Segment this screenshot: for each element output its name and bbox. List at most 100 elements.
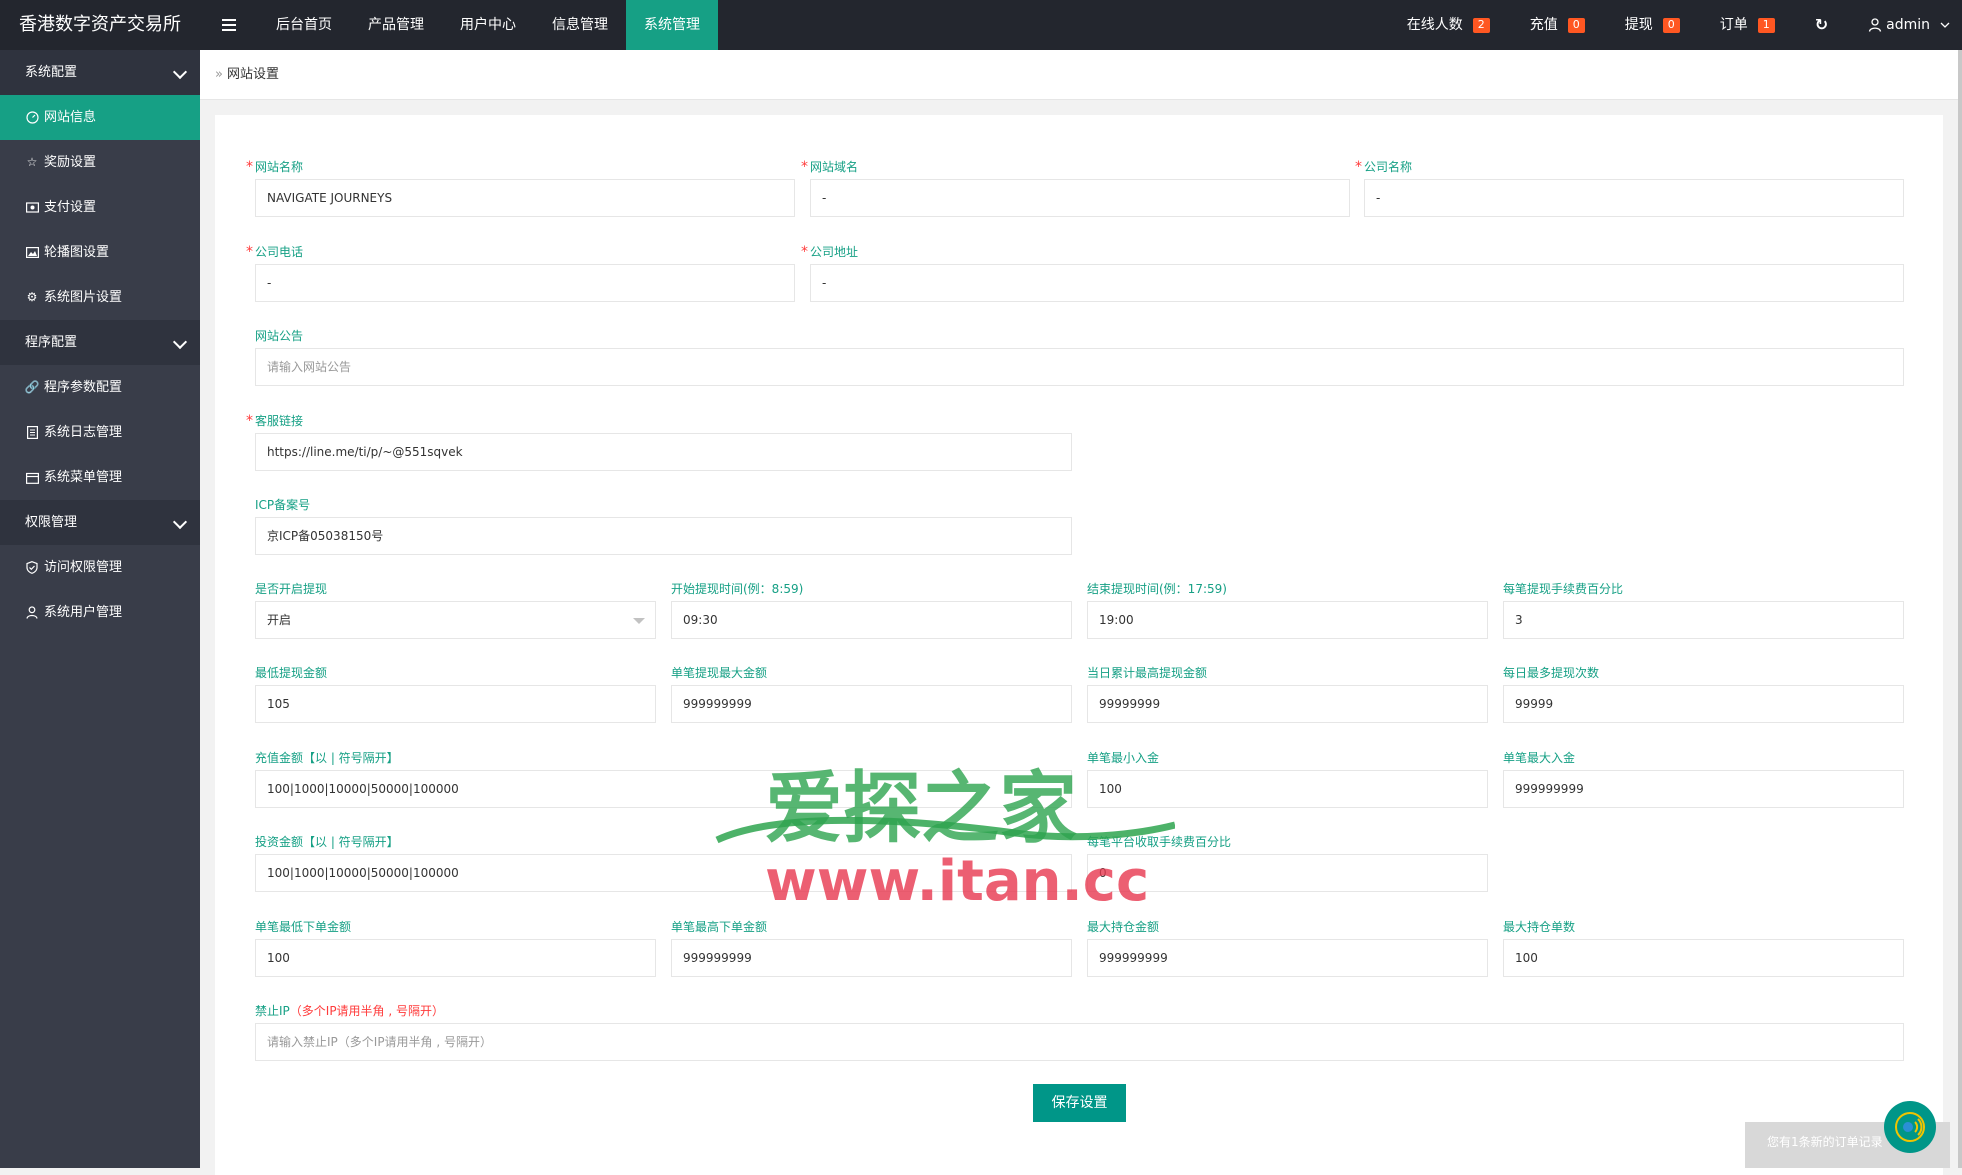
company-name-input[interactable]: - (1364, 179, 1904, 217)
company-phone-input[interactable]: - (255, 264, 795, 302)
daily-withdraw-count-input[interactable]: 99999 (1503, 685, 1904, 723)
sidebar-item-program-params[interactable]: 🔗 程序参数配置 (0, 365, 200, 410)
company-phone-label: * 公司电话 (246, 244, 795, 260)
service-link-label-text: 客服链接 (255, 414, 304, 428)
watermark-logo: 爱探之家 www.itan.cc (715, 764, 1175, 914)
sidebar-item-label: 奖励设置 (44, 155, 97, 170)
daily-withdraw-count-field: 每日最多提现次数 99999 (1503, 665, 1904, 723)
required-mark: * (246, 244, 253, 260)
sidebar-item-system-users[interactable]: 系统用户管理 (0, 590, 200, 635)
nav-system[interactable]: 系统管理 (626, 0, 718, 50)
banned-ip-field: 禁止IP（多个IP请用半角 , 号隔开） 请输入禁止IP（多个IP请用半角 , … (255, 1003, 1904, 1061)
site-domain-label-text: 网站域名 (810, 160, 859, 174)
withdraw-enabled-label: 是否开启提现 (255, 582, 328, 596)
withdraw-alert[interactable]: 提现 0 (1605, 0, 1700, 50)
sidebar-item-system-images[interactable]: ⚙ 系统图片设置 (0, 275, 200, 320)
withdraw-end-field: 结束提现时间(例：17:59) 19:00 (1087, 581, 1488, 639)
money-icon (25, 201, 39, 215)
icp-input[interactable]: 京ICP备05038150号 (255, 517, 1072, 555)
company-name-label: * 公司名称 (1355, 159, 1904, 175)
sidebar: 系统配置 网站信息 ☆ 奖励设置 支付设置 轮播图设置 ⚙ 系统图片设置 程序配… (0, 50, 200, 1168)
sidebar-item-system-menu[interactable]: 系统菜单管理 (0, 455, 200, 500)
user-name: admin (1886, 17, 1930, 33)
announcement-field: 网站公告 请输入网站公告 (255, 328, 1904, 386)
withdraw-start-input[interactable]: 09:30 (671, 601, 1072, 639)
withdraw-badge: 0 (1662, 17, 1680, 33)
banned-ip-label: 禁止IP（多个IP请用半角 , 号隔开） (255, 1003, 1904, 1019)
refresh-button[interactable]: ↻ (1795, 0, 1848, 50)
sidebar-item-site-info[interactable]: 网站信息 (0, 95, 200, 140)
service-link-label: * 客服链接 (246, 413, 1072, 429)
sidebar-group-program-config[interactable]: 程序配置 (0, 320, 200, 365)
nav-info[interactable]: 信息管理 (534, 0, 626, 50)
top-nav: 后台首页 产品管理 用户中心 信息管理 系统管理 (258, 0, 718, 50)
sidebar-item-label: 网站信息 (44, 110, 97, 125)
max-deposit-input[interactable]: 999999999 (1503, 770, 1904, 808)
withdraw-enabled-field: 是否开启提现 开启 (255, 581, 656, 639)
required-mark: * (801, 244, 808, 260)
online-users[interactable]: 在线人数 2 (1387, 0, 1510, 50)
page-scrollbar[interactable] (1958, 50, 1962, 1168)
withdraw-enabled-select[interactable]: 开启 (255, 601, 656, 639)
document-icon (25, 426, 39, 440)
online-users-label: 在线人数 (1406, 17, 1463, 33)
recharge-label: 充值 (1529, 17, 1558, 33)
site-name-input[interactable]: NAVIGATE JOURNEYS (255, 179, 795, 217)
sidebar-group-permissions[interactable]: 权限管理 (0, 500, 200, 545)
icp-label: ICP备案号 (255, 498, 311, 512)
sidebar-item-carousel-settings[interactable]: 轮播图设置 (0, 230, 200, 275)
company-address-input[interactable]: - (810, 264, 1904, 302)
min-withdraw-input[interactable]: 105 (255, 685, 656, 723)
max-withdraw-input[interactable]: 999999999 (671, 685, 1072, 723)
sidebar-item-label: 访问权限管理 (44, 560, 123, 575)
sidebar-item-payment-settings[interactable]: 支付设置 (0, 185, 200, 230)
withdraw-end-input[interactable]: 19:00 (1087, 601, 1488, 639)
site-domain-input[interactable]: - (810, 179, 1350, 217)
recharge-alert[interactable]: 充值 0 (1510, 0, 1605, 50)
daily-max-withdraw-input[interactable]: 99999999 (1087, 685, 1488, 723)
float-action-button[interactable] (1884, 1101, 1936, 1153)
site-name-field: * 网站名称 NAVIGATE JOURNEYS (246, 159, 795, 217)
shield-check-icon (25, 561, 39, 575)
user-menu[interactable]: admin (1848, 0, 1962, 50)
max-position-input[interactable]: 999999999 (1087, 939, 1488, 977)
link-icon: 🔗 (24, 380, 40, 394)
orders-alert[interactable]: 订单 1 (1700, 0, 1795, 50)
withdraw-end-label: 结束提现时间(例：17:59) (1087, 582, 1227, 596)
max-order-field: 单笔最高下单金额 999999999 (671, 919, 1072, 977)
watermark-title: 爱探之家 (765, 764, 1077, 854)
announcement-input[interactable]: 请输入网站公告 (255, 348, 1904, 386)
withdraw-label: 提现 (1624, 17, 1653, 33)
nav-users[interactable]: 用户中心 (442, 0, 534, 50)
max-order-input[interactable]: 999999999 (671, 939, 1072, 977)
sidebar-item-access-permissions[interactable]: 访问权限管理 (0, 545, 200, 590)
min-order-input[interactable]: 100 (255, 939, 656, 977)
daily-max-withdraw-field: 当日累计最高提现金额 99999999 (1087, 665, 1488, 723)
menu-toggle-icon[interactable] (200, 0, 258, 50)
chevron-down-icon (172, 64, 188, 80)
withdraw-fee-input[interactable]: 3 (1503, 601, 1904, 639)
sidebar-item-label: 系统菜单管理 (44, 470, 123, 485)
service-link-input[interactable]: https://line.me/ti/p/~@551sqvek (255, 433, 1072, 471)
sidebar-item-label: 系统用户管理 (44, 605, 123, 620)
banned-ip-input[interactable]: 请输入禁止IP（多个IP请用半角 , 号隔开） (255, 1023, 1904, 1061)
sidebar-item-system-logs[interactable]: 系统日志管理 (0, 410, 200, 455)
watermark-url: www.itan.cc (765, 849, 1149, 914)
withdraw-fee-field: 每笔提现手续费百分比 3 (1503, 581, 1904, 639)
max-withdraw-field: 单笔提现最大金额 999999999 (671, 665, 1072, 723)
sidebar-group-system-config[interactable]: 系统配置 (0, 50, 200, 95)
sidebar-item-reward-settings[interactable]: ☆ 奖励设置 (0, 140, 200, 185)
save-settings-button[interactable]: 保存设置 (1033, 1084, 1126, 1122)
max-position-label: 最大持仓金额 (1087, 920, 1160, 934)
min-order-label: 单笔最低下单金额 (255, 920, 352, 934)
nav-home[interactable]: 后台首页 (258, 0, 350, 50)
orders-label: 订单 (1719, 17, 1748, 33)
nav-products[interactable]: 产品管理 (350, 0, 442, 50)
breadcrumb-separator-icon: » (215, 67, 223, 82)
min-order-field: 单笔最低下单金额 100 (255, 919, 656, 977)
withdraw-start-label: 开始提现时间(例：8:59) (671, 582, 804, 596)
max-position-count-input[interactable]: 100 (1503, 939, 1904, 977)
refresh-icon: ↻ (1814, 15, 1829, 34)
sidebar-item-label: 程序参数配置 (44, 380, 123, 395)
withdraw-fee-label: 每笔提现手续费百分比 (1503, 582, 1624, 596)
